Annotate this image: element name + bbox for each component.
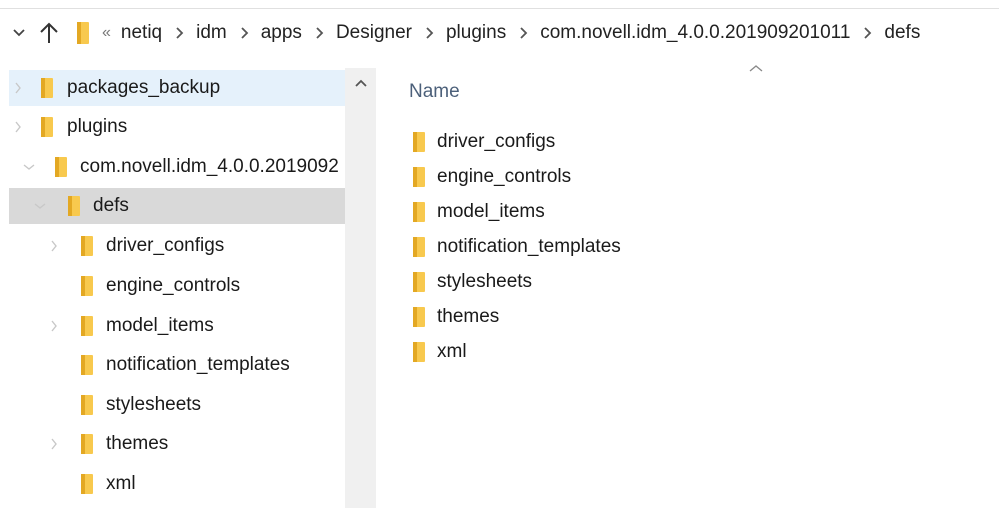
chevron-right-icon[interactable] xyxy=(227,26,261,40)
chevron-right-icon[interactable] xyxy=(11,81,25,95)
file-item-name: stylesheets xyxy=(437,271,533,292)
file-explorer-window: « netiq idm apps Designer plugins com.no… xyxy=(0,0,999,508)
file-item-engine-controls[interactable]: engine_controls xyxy=(412,162,571,192)
chevron-down-icon xyxy=(13,29,25,37)
file-item-xml[interactable]: xml xyxy=(412,337,467,367)
breadcrumb-defs[interactable]: defs xyxy=(884,22,920,44)
nav-item-notification-templates[interactable]: notification_templates xyxy=(9,347,345,383)
breadcrumb-apps[interactable]: apps xyxy=(261,22,302,44)
folder-icon xyxy=(412,201,426,223)
folder-icon xyxy=(412,271,426,293)
nav-item-packages-backup[interactable]: packages_backup xyxy=(9,70,345,106)
chevron-right-icon[interactable] xyxy=(302,26,336,40)
recent-locations-button[interactable] xyxy=(6,28,32,38)
nav-item-stylesheets[interactable]: stylesheets xyxy=(9,387,345,423)
folder-icon xyxy=(76,21,90,45)
folder-icon xyxy=(80,473,94,495)
file-item-name: xml xyxy=(437,341,467,362)
nav-item-label: notification_templates xyxy=(106,354,290,375)
up-button[interactable] xyxy=(36,21,62,45)
chevron-right-icon[interactable] xyxy=(412,26,446,40)
nav-item-label: model_items xyxy=(106,315,214,336)
chevron-down-icon[interactable] xyxy=(22,160,36,174)
folder-icon xyxy=(67,195,81,217)
folder-icon xyxy=(412,306,426,328)
nav-item-themes[interactable]: themes xyxy=(9,426,345,462)
folder-icon xyxy=(412,131,426,153)
nav-item-label: packages_backup xyxy=(67,77,221,98)
nav-item-label: com.novell.idm_4.0.0.2019092 xyxy=(80,156,339,177)
navigation-pane[interactable]: packages_backup plugins com.novell.idm_4… xyxy=(9,68,345,508)
breadcrumb-com-novell-idm[interactable]: com.novell.idm_4.0.0.201909201011 xyxy=(540,22,850,44)
chevron-right-icon[interactable] xyxy=(11,120,25,134)
chevron-right-icon[interactable] xyxy=(47,319,61,333)
nav-item-engine-controls[interactable]: engine_controls xyxy=(9,268,345,304)
chevron-right-icon[interactable] xyxy=(47,437,61,451)
nav-scrollbar[interactable] xyxy=(345,68,376,508)
file-item-notification-templates[interactable]: notification_templates xyxy=(412,232,621,262)
folder-icon xyxy=(412,236,426,258)
breadcrumb-netiq[interactable]: netiq xyxy=(121,22,162,44)
folder-icon xyxy=(412,341,426,363)
nav-item-label: engine_controls xyxy=(106,275,241,296)
file-item-name: notification_templates xyxy=(437,236,621,257)
column-header-name[interactable]: Name xyxy=(409,81,460,103)
folder-icon xyxy=(80,315,94,337)
file-item-name: themes xyxy=(437,306,500,327)
file-item-name: model_items xyxy=(437,201,545,222)
nav-item-com-novell-idm[interactable]: com.novell.idm_4.0.0.2019092 xyxy=(9,149,345,185)
file-item-driver-configs[interactable]: driver_configs xyxy=(412,127,555,157)
chevron-right-icon[interactable] xyxy=(47,239,61,253)
file-item-themes[interactable]: themes xyxy=(412,302,499,332)
breadcrumb-designer[interactable]: Designer xyxy=(336,22,412,44)
chevron-down-icon[interactable] xyxy=(33,199,47,213)
folder-icon xyxy=(40,77,54,99)
folder-icon xyxy=(412,166,426,188)
folder-icon xyxy=(80,275,94,297)
nav-item-model-items[interactable]: model_items xyxy=(9,308,345,344)
folder-icon xyxy=(80,235,94,257)
folder-icon xyxy=(80,354,94,376)
breadcrumb-plugins[interactable]: plugins xyxy=(446,22,506,44)
sort-ascending-icon xyxy=(748,64,764,73)
folder-icon xyxy=(80,394,94,416)
file-item-stylesheets[interactable]: stylesheets xyxy=(412,267,532,297)
breadcrumb-idm[interactable]: idm xyxy=(196,22,227,44)
nav-item-label: plugins xyxy=(67,116,128,137)
nav-item-label: themes xyxy=(106,433,169,454)
address-bar[interactable]: « netiq idm apps Designer plugins com.no… xyxy=(0,8,999,57)
nav-item-xml[interactable]: xml xyxy=(9,466,345,502)
nav-item-label: driver_configs xyxy=(106,235,225,256)
nav-item-label: defs xyxy=(93,195,129,216)
chevron-right-icon[interactable] xyxy=(506,26,540,40)
folder-icon xyxy=(80,433,94,455)
chevron-right-icon[interactable] xyxy=(162,26,196,40)
folder-icon xyxy=(40,116,54,138)
file-item-model-items[interactable]: model_items xyxy=(412,197,545,227)
chevron-right-icon[interactable] xyxy=(850,26,884,40)
scroll-up-button[interactable] xyxy=(354,78,368,88)
arrow-up-icon xyxy=(40,22,58,43)
file-item-name: driver_configs xyxy=(437,131,556,152)
file-list-pane[interactable]: Name driver_configs engine_controls mode… xyxy=(376,56,999,508)
nav-item-defs[interactable]: defs xyxy=(9,188,345,224)
breadcrumb-overflow[interactable]: « xyxy=(102,24,111,42)
file-item-name: engine_controls xyxy=(437,166,572,187)
nav-item-plugins[interactable]: plugins xyxy=(9,109,345,145)
nav-item-driver-configs[interactable]: driver_configs xyxy=(9,228,345,264)
nav-item-label: stylesheets xyxy=(106,394,202,415)
folder-icon xyxy=(54,156,68,178)
chevron-up-icon xyxy=(355,79,367,87)
nav-item-label: xml xyxy=(106,473,136,494)
